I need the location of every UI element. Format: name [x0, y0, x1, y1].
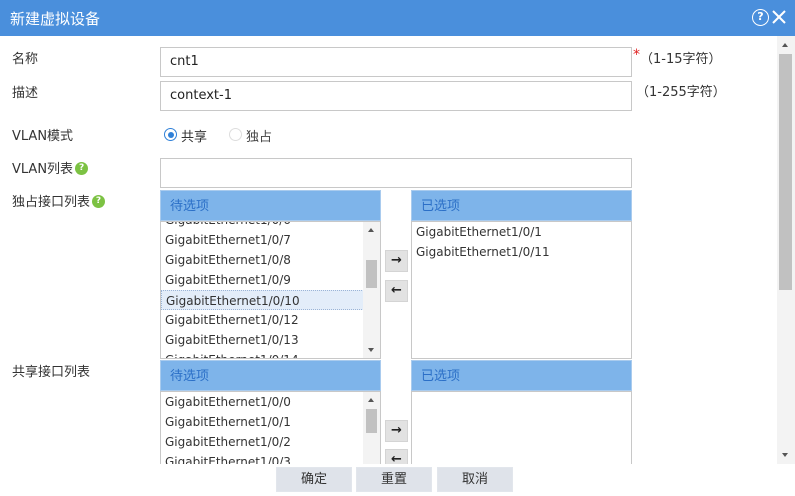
list-item[interactable]: GigabitEthernet1/0/6: [161, 222, 380, 230]
vlan-list-input[interactable]: [160, 158, 632, 188]
dialog-title: 新建虚拟设备: [10, 10, 101, 28]
close-icon[interactable]: [770, 8, 788, 26]
list-item[interactable]: GigabitEthernet1/0/11: [412, 242, 631, 262]
list-item[interactable]: GigabitEthernet1/0/1: [161, 412, 380, 432]
scroll-thumb[interactable]: [366, 260, 377, 288]
scroll-up-arrow-icon[interactable]: [363, 392, 380, 409]
name-label: 名称: [12, 52, 39, 67]
name-hint: （1-15字符）: [640, 52, 722, 67]
dialog-scrollbar[interactable]: [777, 36, 795, 464]
scroll-down-arrow-icon[interactable]: [777, 447, 795, 464]
exclusive-selected-header: 已选项: [411, 190, 632, 221]
vlan-list-label: VLAN列表?: [12, 158, 89, 177]
scroll-down-arrow-icon[interactable]: [363, 341, 380, 358]
list-item[interactable]: GigabitEthernet1/0/7: [161, 230, 380, 250]
exclusive-available-items: GigabitEthernet1/0/6 GigabitEthernet1/0/…: [161, 222, 380, 358]
move-right-button[interactable]: →: [385, 420, 408, 442]
ok-button[interactable]: 确定: [276, 467, 352, 492]
desc-input[interactable]: context-1: [160, 81, 632, 111]
exclusive-available-header: 待选项: [160, 190, 381, 221]
list-item[interactable]: GigabitEthernet1/0/12: [161, 310, 380, 330]
vlan-mode-label: VLAN模式: [12, 129, 74, 144]
shared-selected-list[interactable]: [411, 391, 632, 464]
radio-unchecked-icon: [229, 128, 242, 141]
desc-label: 描述: [12, 86, 39, 101]
scroll-up-arrow-icon[interactable]: [363, 222, 380, 239]
radio-checked-icon: [164, 128, 177, 141]
list-item[interactable]: GigabitEthernet1/0/13: [161, 330, 380, 350]
list-scrollbar[interactable]: [363, 222, 380, 358]
required-mark: *: [633, 47, 640, 63]
list-item[interactable]: GigabitEthernet1/0/1: [412, 222, 631, 242]
exclusive-selected-items: GigabitEthernet1/0/1 GigabitEthernet1/0/…: [412, 222, 631, 262]
shared-available-header: 待选项: [160, 360, 381, 391]
vlan-list-label-text: VLAN列表: [12, 162, 74, 177]
exclusive-if-label: 独占接口列表?: [12, 191, 106, 210]
help-question-icon[interactable]: ?: [92, 195, 106, 208]
help-question-icon[interactable]: ?: [75, 162, 89, 175]
radio-shared-label: 共享: [181, 130, 208, 145]
help-icon[interactable]: ?: [752, 9, 769, 26]
scroll-up-arrow-icon[interactable]: [777, 36, 795, 53]
list-scrollbar[interactable]: [363, 392, 380, 464]
desc-hint: （1-255字符）: [636, 85, 726, 100]
scroll-thumb[interactable]: [779, 54, 792, 290]
dialog-footer: 确定 重置 取消: [0, 464, 795, 496]
dialog-body: 名称 cnt1 * （1-15字符） 描述 context-1 （1-255字符…: [0, 36, 777, 464]
move-left-button[interactable]: ←: [385, 280, 408, 302]
list-item[interactable]: GigabitEthernet1/0/0: [161, 392, 380, 412]
shared-if-label: 共享接口列表: [12, 365, 91, 380]
reset-button[interactable]: 重置: [356, 467, 432, 492]
title-bar: 新建虚拟设备 ?: [0, 0, 795, 36]
exclusive-selected-list[interactable]: GigabitEthernet1/0/1 GigabitEthernet1/0/…: [411, 221, 632, 359]
shared-available-items: GigabitEthernet1/0/0 GigabitEthernet1/0/…: [161, 392, 380, 464]
name-input[interactable]: cnt1: [160, 47, 632, 77]
cancel-button[interactable]: 取消: [437, 467, 513, 492]
radio-exclusive-label: 独占: [246, 130, 273, 145]
exclusive-if-label-text: 独占接口列表: [12, 195, 91, 210]
dialog: 新建虚拟设备 ? 名称 cnt1 * （1-15字符） 描述 context-1…: [0, 0, 795, 496]
move-right-button[interactable]: →: [385, 250, 408, 272]
list-item[interactable]: GigabitEthernet1/0/2: [161, 432, 380, 452]
list-item[interactable]: GigabitEthernet1/0/8: [161, 250, 380, 270]
exclusive-available-list[interactable]: GigabitEthernet1/0/6 GigabitEthernet1/0/…: [160, 221, 381, 359]
list-item[interactable]: GigabitEthernet1/0/14: [161, 350, 380, 358]
list-item[interactable]: GigabitEthernet1/0/9: [161, 270, 380, 290]
scroll-thumb[interactable]: [366, 409, 377, 433]
shared-available-list[interactable]: GigabitEthernet1/0/0 GigabitEthernet1/0/…: [160, 391, 381, 464]
list-item-selected[interactable]: GigabitEthernet1/0/10: [161, 290, 364, 310]
move-left-button[interactable]: ←: [385, 449, 408, 464]
shared-selected-header: 已选项: [411, 360, 632, 391]
list-item[interactable]: GigabitEthernet1/0/3: [161, 452, 380, 464]
